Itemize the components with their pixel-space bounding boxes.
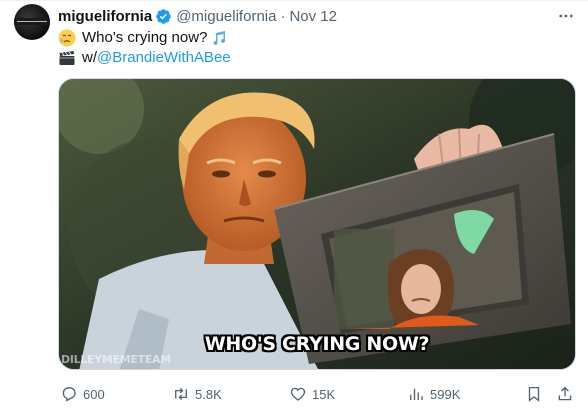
reply-icon: [62, 387, 76, 402]
clapper-board-emoji-icon: [59, 51, 75, 65]
tweet-actions: 600 5.8K 15K 599K: [58, 382, 580, 406]
musical-notes-emoji-icon: [213, 31, 226, 45]
share-button[interactable]: [556, 382, 579, 406]
repost-button[interactable]: 5.8K: [172, 382, 222, 406]
views-button[interactable]: 599K: [407, 382, 460, 406]
tweet-text-line-1: Who's crying now?: [58, 28, 228, 48]
view-count: 599K: [430, 386, 461, 402]
tweet-header: miguelifornia @miguelifornia · Nov 12: [58, 6, 337, 26]
avatar[interactable]: [14, 4, 50, 40]
share-icon: [558, 386, 572, 401]
tweet-date[interactable]: Nov 12: [289, 8, 337, 25]
bookmark-button[interactable]: [525, 382, 548, 406]
bookmark-icon: [528, 386, 540, 402]
reply-count: 600: [83, 386, 105, 402]
tweet-text: Who's crying now?: [82, 29, 208, 46]
media-image: [59, 79, 575, 369]
more-options-icon[interactable]: [556, 6, 576, 26]
media-watermark: DILLEYMEMETEAM: [61, 353, 171, 366]
header-separator: ·: [280, 7, 286, 25]
analytics-icon: [410, 388, 423, 400]
reply-button[interactable]: 600: [60, 382, 105, 406]
like-count: 15K: [312, 386, 336, 402]
top-divider: [0, 0, 588, 1]
mention-link[interactable]: @BrandieWithABee: [97, 48, 231, 68]
author-name[interactable]: miguelifornia: [58, 8, 152, 25]
verified-badge-icon[interactable]: [155, 8, 172, 25]
crying-face-emoji-icon: [58, 29, 76, 47]
tweet-media[interactable]: WHO'S CRYING NOW? DILLEYMEMETEAM: [58, 78, 576, 370]
with-prefix: w/: [82, 49, 97, 66]
tweet-text-line-2: w/ @BrandieWithABee: [58, 48, 231, 68]
repost-count: 5.8K: [195, 386, 222, 402]
repost-icon: [175, 387, 187, 401]
author-handle[interactable]: @miguelifornia: [176, 8, 276, 25]
like-button[interactable]: 15K: [289, 382, 335, 406]
media-caption: WHO'S CRYING NOW?: [204, 333, 430, 355]
heart-icon: [290, 387, 306, 401]
